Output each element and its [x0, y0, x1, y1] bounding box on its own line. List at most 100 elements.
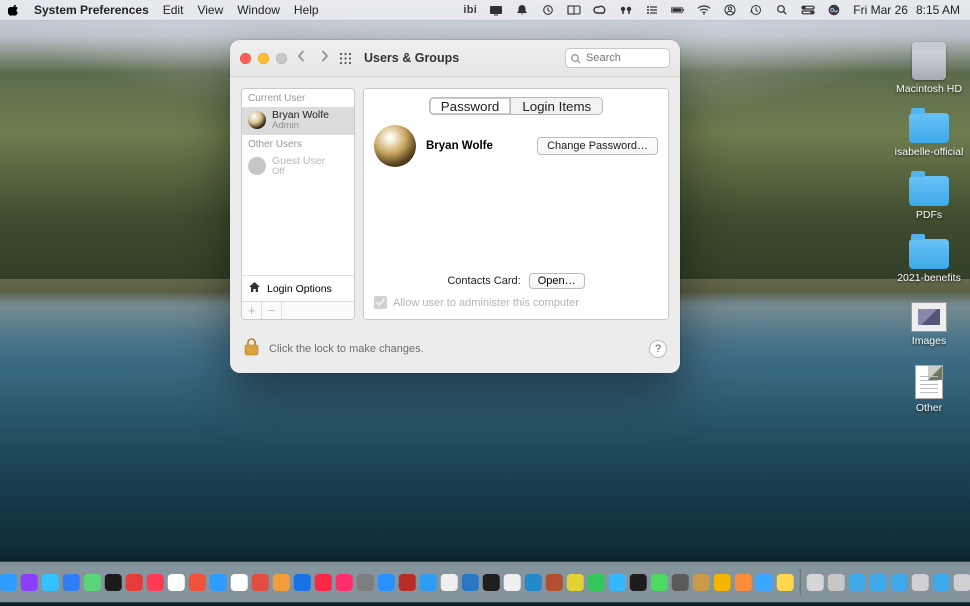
dock-app-capture[interactable] [756, 574, 773, 591]
window-zoom-button[interactable] [276, 53, 287, 64]
dock-item-screenshots[interactable] [869, 574, 886, 591]
menubar-app-title[interactable]: System Preferences [34, 3, 149, 17]
tab-login-items[interactable]: Login Items [511, 97, 603, 115]
show-all-button[interactable] [339, 52, 352, 65]
dock-item-finder2[interactable] [890, 574, 907, 591]
desktop-folder-1[interactable]: isabelle-official [900, 113, 958, 158]
dock-item-folder3[interactable] [953, 574, 970, 591]
updates-status-icon[interactable] [541, 4, 555, 16]
dock-app-bear[interactable] [252, 574, 269, 591]
dock-item-sysprefs[interactable] [911, 574, 928, 591]
dock-app-slides[interactable] [714, 574, 731, 591]
dock-app-health[interactable] [231, 574, 248, 591]
user-status-icon[interactable] [723, 4, 737, 16]
menu-status-icon[interactable] [645, 4, 659, 16]
dock-app-fantastical[interactable] [126, 574, 143, 591]
desktop-icon-label: Other [916, 402, 942, 414]
dock-app-shortcuts2[interactable] [273, 574, 290, 591]
sidebar-section-current: Current User [242, 89, 354, 107]
dock-app-trello[interactable] [462, 574, 479, 591]
desktop-folder-2[interactable]: PDFs [900, 176, 958, 221]
dock-app-news[interactable] [147, 574, 164, 591]
dock-app-voicememos[interactable] [441, 574, 458, 591]
dock-app-imessage[interactable] [588, 574, 605, 591]
folder-icon [909, 239, 949, 269]
add-user-button[interactable]: + [242, 302, 262, 319]
folder-icon [909, 113, 949, 143]
menubar-clock[interactable]: Fri Mar 26 8:15 AM [853, 3, 960, 17]
dock-app-gifcap[interactable] [735, 574, 752, 591]
desktop-icon-hd[interactable]: Macintosh HD [900, 42, 958, 95]
airpods-status-icon[interactable] [619, 4, 633, 16]
dock-app-box[interactable] [693, 574, 710, 591]
dock-app-shortcuts[interactable] [42, 574, 59, 591]
dock-app-appstore[interactable] [378, 574, 395, 591]
change-password-button[interactable]: Change Password… [537, 137, 658, 155]
window-minimize-button[interactable] [258, 53, 269, 64]
dock-item-folder1[interactable] [848, 574, 865, 591]
back-button[interactable] [297, 49, 306, 67]
menubar-edit[interactable]: Edit [163, 3, 184, 17]
display-status-icon[interactable] [489, 4, 503, 16]
dock-app-iawriter[interactable] [504, 574, 521, 591]
dock-app-things[interactable] [210, 574, 227, 591]
dock-item-drafts[interactable] [806, 574, 823, 591]
apple-menu-icon[interactable] [8, 4, 20, 16]
ibi-status-icon[interactable]: ibi [463, 4, 477, 16]
window-close-button[interactable] [240, 53, 251, 64]
dock-app-word[interactable] [546, 574, 563, 591]
dock-app-fontbook[interactable] [420, 574, 437, 591]
dock-app-swift[interactable] [189, 574, 206, 591]
forward-button[interactable] [320, 49, 329, 67]
remove-user-button[interactable]: − [262, 302, 282, 319]
creative-cloud-status-icon[interactable] [593, 4, 607, 16]
menubar-view[interactable]: View [197, 3, 223, 17]
dock-app-maps[interactable] [84, 574, 101, 591]
tab-password[interactable]: Password [429, 97, 512, 115]
dock-app-mail[interactable] [63, 574, 80, 591]
lock-icon[interactable] [243, 337, 260, 360]
desktop-icon-label: Images [912, 335, 946, 347]
dock-app-calendar[interactable] [168, 574, 185, 591]
login-options-row[interactable]: Login Options [242, 275, 354, 301]
dock-app-itunes[interactable] [336, 574, 353, 591]
dock-app-pixelmator[interactable] [672, 574, 689, 591]
dock-app-1password[interactable] [294, 574, 311, 591]
dock-app-settings[interactable] [357, 574, 374, 591]
dock-app-wallet[interactable] [105, 574, 122, 591]
dock-item-preview[interactable] [827, 574, 844, 591]
open-contacts-button[interactable]: Open… [529, 273, 585, 289]
dock-app-notes[interactable] [777, 574, 794, 591]
sidebar-current-user[interactable]: Bryan Wolfe Admin [242, 107, 354, 135]
dock-app-facetime[interactable] [651, 574, 668, 591]
dock-app-quora[interactable] [399, 574, 416, 591]
dock-item-folder2[interactable] [932, 574, 949, 591]
control-center-status-icon[interactable] [801, 4, 815, 16]
dock-app-terminal[interactable] [630, 574, 647, 591]
desktop-folder-3[interactable]: 2021-benefits [900, 239, 958, 284]
dock-app-podcasts[interactable] [21, 574, 38, 591]
desktop-images[interactable]: Images [900, 302, 958, 347]
dock-app-vscode[interactable] [525, 574, 542, 591]
dock-app-safari[interactable] [0, 574, 17, 591]
wifi-status-icon[interactable] [697, 4, 711, 16]
notifications-status-icon[interactable] [515, 4, 529, 16]
rectangle-status-icon[interactable] [567, 4, 581, 16]
menubar-help[interactable]: Help [294, 3, 319, 17]
timemachine-status-icon[interactable] [749, 4, 763, 16]
dock-app-figma[interactable] [483, 574, 500, 591]
menubar-window[interactable]: Window [237, 3, 280, 17]
image-file-icon [911, 302, 947, 332]
dock-app-music[interactable] [315, 574, 332, 591]
desktop-other[interactable]: Other [900, 365, 958, 414]
window-titlebar[interactable]: Users & Groups [230, 40, 680, 77]
siri-status-icon[interactable] [827, 4, 841, 16]
spotlight-status-icon[interactable] [775, 4, 789, 16]
profile-avatar-icon[interactable] [374, 125, 416, 167]
dock-app-todoist[interactable] [567, 574, 584, 591]
dock-app-tweetbot[interactable] [609, 574, 626, 591]
battery-status-icon[interactable] [671, 4, 685, 16]
sidebar-guest-user[interactable]: Guest User Off [242, 153, 354, 181]
house-icon [248, 281, 261, 296]
help-button[interactable]: ? [649, 340, 667, 358]
